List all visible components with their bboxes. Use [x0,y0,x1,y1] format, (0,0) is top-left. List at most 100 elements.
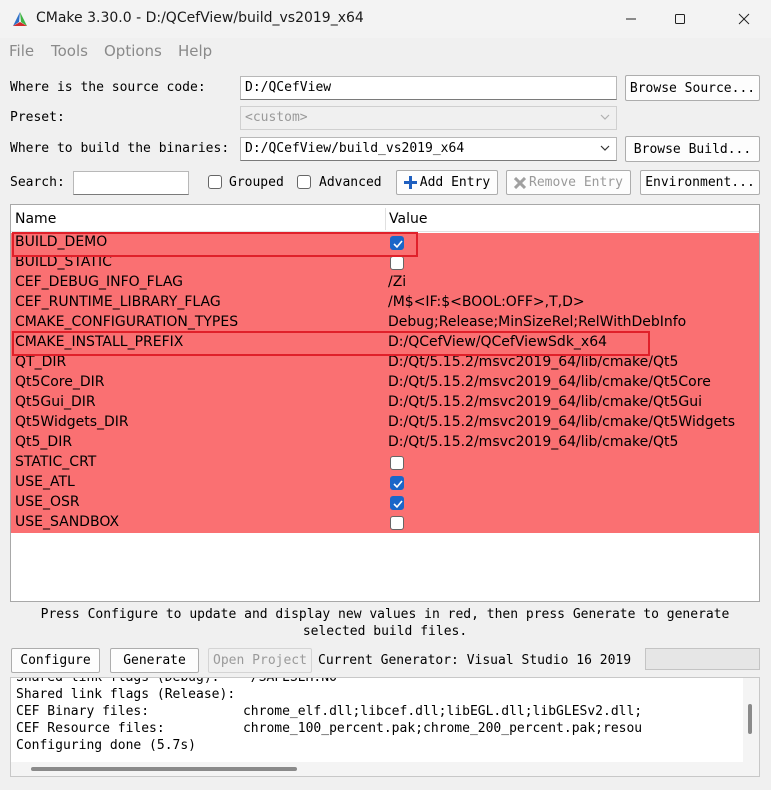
maximize-icon [675,14,685,24]
cache-entry-checkbox[interactable] [390,256,404,270]
preset-label: Preset: [10,110,65,125]
cache-entry-name: STATIC_CRT [15,454,97,470]
remove-entry-label: Remove Entry [529,175,623,190]
cache-entry-checkbox[interactable] [390,496,404,510]
table-row[interactable]: Qt5Widgets_DIR D:/Qt/5.15.2/msvc2019_64/l… [11,413,759,433]
menu-help[interactable]: Help [178,42,212,60]
table-row[interactable]: USE_OSR [11,493,759,513]
output-line: Configuring done (5.7s) [16,738,197,753]
output-line: Shared link flags (Debug): /SAFESEH:NO [16,677,337,685]
window-title: CMake 3.30.0 - D:/QCefView/build_vs2019_… [36,10,364,26]
cache-entry-value[interactable]: D:/Qt/5.15.2/msvc2019_64/lib/cmake/Qt5Wi… [388,414,735,430]
cache-entry-checkbox[interactable] [390,456,404,470]
cache-entry-name: QT_DIR [15,354,67,370]
generate-button[interactable]: Generate [110,648,199,673]
output-line: CEF Resource files: chrome_100_percent.p… [16,721,643,736]
table-row[interactable]: CEF_RUNTIME_LIBRARY_FLAG/M$<IF:$<BOOL:OF… [11,293,759,313]
horizontal-scrollbar[interactable] [11,762,759,776]
cache-entry-name: CEF_RUNTIME_LIBRARY_FLAG [15,294,221,310]
table-row[interactable]: USE_ATL [11,473,759,493]
cache-entry-value[interactable]: Debug;Release;MinSizeRel;RelWithDebInfo [388,314,686,330]
close-icon [738,13,750,25]
maximize-button[interactable] [657,0,703,38]
checkmark-icon [393,480,403,489]
scroll-thumb[interactable] [748,704,752,734]
environment-button[interactable]: Environment... [640,170,760,195]
add-entry-button[interactable]: Add Entry [396,170,498,195]
table-row[interactable]: Qt5Core_DIR D:/Qt/5.15.2/msvc2019_64/lib/… [11,373,759,393]
cache-entry-value[interactable]: /M$<IF:$<BOOL:OFF>,T,D> [388,294,585,310]
table-row[interactable]: STATIC_CRT [11,453,759,473]
cache-table: Name Value BUILD_DEMO BUILD_STATIC CEF_DEB… [10,204,760,602]
column-header-name[interactable]: Name [15,211,56,227]
highlight-box-build-demo [12,232,418,257]
column-divider [385,208,386,230]
table-row[interactable]: CMAKE_CONFIGURATION_TYPES Debug;Release;M… [11,313,759,333]
cache-entry-name: Qt5_DIR [15,434,73,450]
search-label: Search: [10,175,65,190]
cache-entry-name: Qt5Core_DIR [15,374,105,390]
menu-tools[interactable]: Tools [51,42,88,60]
configure-hint: Press Configure to update and display ne… [40,607,730,639]
cache-entry-value[interactable]: D:/Qt/5.15.2/msvc2019_64/lib/cmake/Qt5Co… [388,374,711,390]
cache-entry-name: CEF_DEBUG_INFO_FLAG [15,274,184,290]
cache-entry-value[interactable]: D:/Qt/5.15.2/msvc2019_64/lib/cmake/Qt5 [388,354,678,370]
cache-entry-checkbox[interactable] [390,516,404,530]
add-entry-label: Add Entry [419,175,491,190]
highlight-box-install-prefix [12,331,650,356]
cache-entry-value[interactable]: D:/Qt/5.15.2/msvc2019_64/lib/cmake/Qt5Gu… [388,394,702,410]
close-button[interactable] [721,0,767,38]
cache-entry-value[interactable]: /Zi [388,274,406,290]
current-generator: Current Generator: Visual Studio 16 2019 [318,653,632,668]
output-line: Shared link flags (Release): [16,687,236,702]
column-header-value[interactable]: Value [389,211,427,227]
open-project-button[interactable]: Open Project [208,648,312,673]
cmake-logo-icon [13,12,27,26]
menu-bar: File Tools Options Help [0,38,771,64]
progress-bar [645,648,760,670]
preset-select[interactable]: <custom> [240,106,617,130]
output-log[interactable]: Shared link flags (Debug): /SAFESEH:NO S… [10,677,760,777]
table-row[interactable]: CEF_DEBUG_INFO_FLAG/Zi [11,273,759,293]
table-row[interactable]: QT_DIR D:/Qt/5.15.2/msvc2019_64/lib/cmake… [11,353,759,373]
grouped-checkbox[interactable] [208,175,222,189]
source-label: Where is the source code: [10,80,206,95]
browse-build-button[interactable]: Browse Build... [625,136,760,162]
minimize-button[interactable] [608,0,654,38]
minimize-icon [626,18,636,20]
source-input[interactable]: D:/QCefView [240,76,617,100]
cache-entry-value[interactable]: D:/Qt/5.15.2/msvc2019_64/lib/cmake/Qt5 [388,434,678,450]
menu-options[interactable]: Options [104,42,162,60]
configure-button[interactable]: Configure [11,648,100,673]
remove-entry-button[interactable]: Remove Entry [506,170,631,195]
table-row[interactable]: Qt5_DIR D:/Qt/5.15.2/msvc2019_64/lib/cmak… [11,433,759,453]
remove-icon [514,176,527,189]
cache-entry-name: USE_OSR [15,494,80,510]
preset-value: <custom> [245,110,308,125]
cache-entry-name: CMAKE_CONFIGURATION_TYPES [15,314,239,330]
search-input[interactable] [73,171,189,195]
checkmark-icon [393,500,403,509]
table-header: Name Value [11,205,759,232]
cache-entry-name: USE_ATL [15,474,75,490]
output-line: CEF Binary files: chrome_elf.dll;libcef.… [16,704,643,719]
cache-entry-name: USE_SANDBOX [15,514,120,530]
chevron-down-icon [600,145,610,151]
table-row[interactable]: USE_SANDBOX [11,513,759,533]
advanced-checkbox[interactable] [297,175,311,189]
vertical-scrollbar[interactable] [743,678,759,762]
chevron-down-icon [600,114,610,120]
binaries-select[interactable]: D:/QCefView/build_vs2019_x64 [240,137,617,161]
menu-file[interactable]: File [9,42,34,60]
table-rows: BUILD_DEMO BUILD_STATIC CEF_DEBUG_INFO_FLA… [11,233,759,533]
table-row[interactable]: Qt5Gui_DIR D:/Qt/5.15.2/msvc2019_64/lib/c… [11,393,759,413]
browse-source-button[interactable]: Browse Source... [625,75,760,101]
plus-icon [403,176,417,189]
grouped-label: Grouped [229,175,284,190]
binaries-value: D:/QCefView/build_vs2019_x64 [245,141,465,156]
scroll-thumb[interactable] [31,767,297,771]
advanced-label: Advanced [319,175,382,190]
cache-entry-checkbox[interactable] [390,476,404,490]
title-bar: CMake 3.30.0 - D:/QCefView/build_vs2019_… [0,0,771,38]
cache-entry-name: Qt5Widgets_DIR [15,414,129,430]
